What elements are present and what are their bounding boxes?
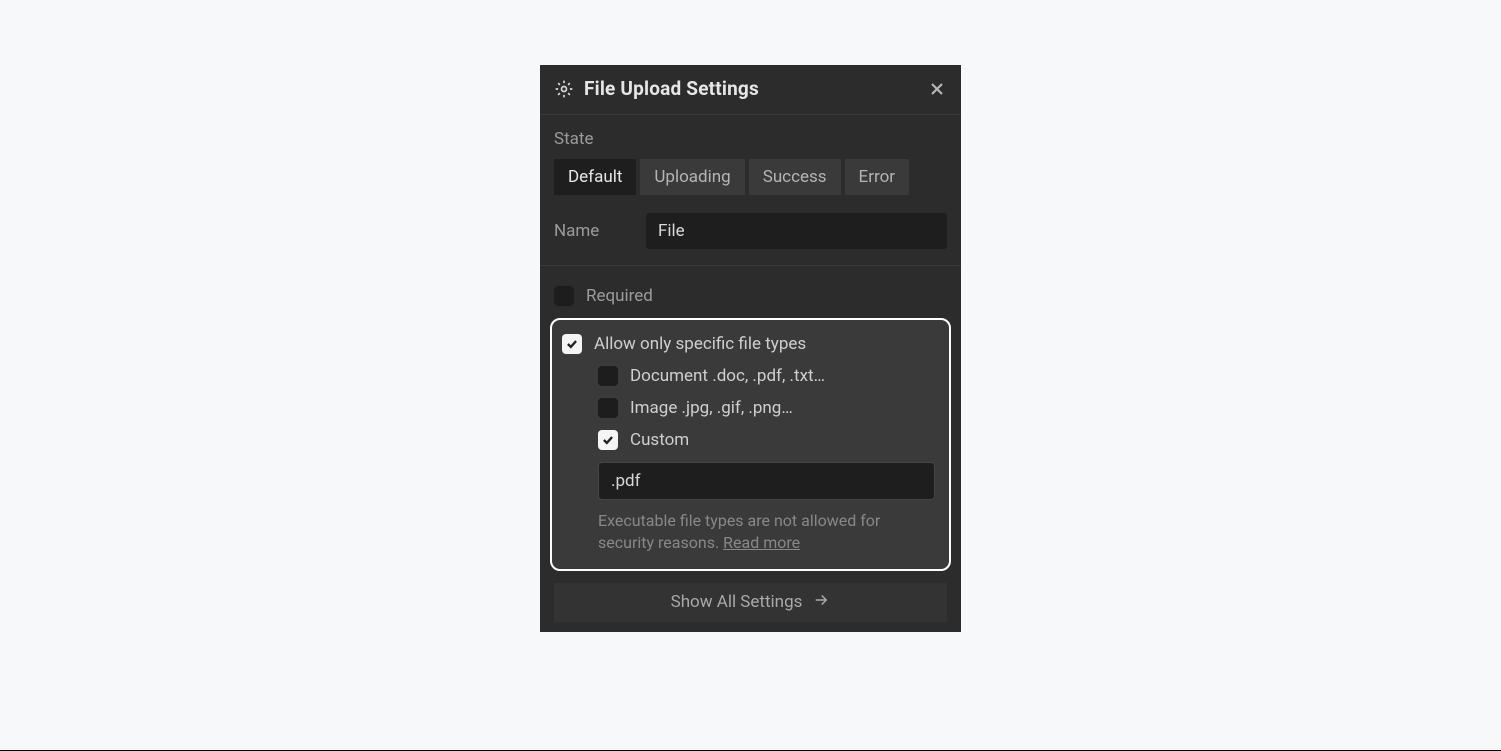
state-segmented-control: Default Uploading Success Error (554, 159, 947, 195)
required-checkbox[interactable] (554, 286, 574, 306)
options-section: Required Allow only specific file types … (540, 266, 961, 579)
allow-specific-label: Allow only specific file types (594, 334, 806, 354)
required-label: Required (586, 286, 653, 306)
type-document-row: Document .doc, .pdf, .txt… (552, 360, 939, 392)
type-custom-label: Custom (630, 430, 689, 450)
type-custom-checkbox[interactable] (598, 430, 618, 450)
panel-header: File Upload Settings (540, 65, 961, 115)
arrow-right-icon (812, 591, 830, 614)
state-option-success[interactable]: Success (749, 159, 841, 195)
type-image-row: Image .jpg, .gif, .png… (552, 392, 939, 424)
state-option-error[interactable]: Error (845, 159, 909, 195)
read-more-link[interactable]: Read more (723, 533, 800, 552)
type-document-checkbox[interactable] (598, 366, 618, 386)
security-hint: Executable file types are not allowed fo… (552, 500, 939, 555)
custom-file-types-input[interactable] (598, 462, 935, 500)
file-types-highlight: Allow only specific file types Document … (550, 318, 951, 571)
close-icon[interactable] (927, 79, 947, 99)
type-image-checkbox[interactable] (598, 398, 618, 418)
show-all-settings-button[interactable]: Show All Settings (554, 583, 947, 622)
type-image-label: Image .jpg, .gif, .png… (630, 398, 793, 418)
name-row: Name (554, 213, 947, 249)
type-document-label: Document .doc, .pdf, .txt… (630, 366, 825, 386)
allow-specific-checkbox[interactable] (562, 334, 582, 354)
show-all-settings-label: Show All Settings (671, 592, 803, 612)
allow-specific-row: Allow only specific file types (552, 328, 939, 360)
name-label: Name (554, 221, 646, 241)
state-option-default[interactable]: Default (554, 159, 636, 195)
name-input[interactable] (646, 213, 947, 249)
state-option-uploading[interactable]: Uploading (640, 159, 744, 195)
file-upload-settings-panel: File Upload Settings State Default Uploa… (540, 65, 961, 632)
required-row: Required (554, 280, 947, 312)
custom-input-wrap (552, 462, 939, 500)
gear-icon (554, 79, 574, 99)
type-custom-row: Custom (552, 424, 939, 456)
panel-title: File Upload Settings (584, 77, 927, 100)
state-label: State (554, 129, 947, 149)
state-section: State Default Uploading Success Error Na… (540, 115, 961, 266)
